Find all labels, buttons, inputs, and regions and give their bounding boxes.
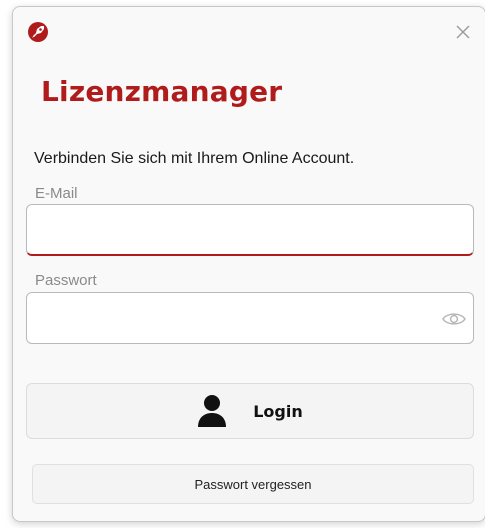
rocket-logo-icon — [27, 21, 49, 43]
login-button-label: Login — [253, 401, 303, 421]
login-button[interactable]: Login — [26, 383, 474, 439]
forgot-password-button[interactable]: Passwort vergessen — [32, 464, 474, 504]
password-input[interactable] — [27, 293, 473, 343]
close-icon — [456, 25, 470, 39]
show-password-button[interactable] — [439, 306, 469, 332]
email-field-container — [26, 204, 474, 256]
login-dialog: Lizenzmanager Verbinden Sie sich mit Ihr… — [12, 6, 485, 522]
connect-instructions: Verbinden Sie sich mit Ihrem Online Acco… — [34, 150, 355, 167]
app-title: Lizenzmanager — [41, 75, 283, 108]
password-label: Passwort — [35, 272, 97, 289]
email-label: E-Mail — [35, 185, 78, 202]
close-button[interactable] — [447, 17, 479, 47]
email-input[interactable] — [27, 205, 473, 254]
eye-icon — [442, 313, 466, 325]
password-field-container — [26, 292, 474, 344]
user-icon — [197, 394, 227, 428]
